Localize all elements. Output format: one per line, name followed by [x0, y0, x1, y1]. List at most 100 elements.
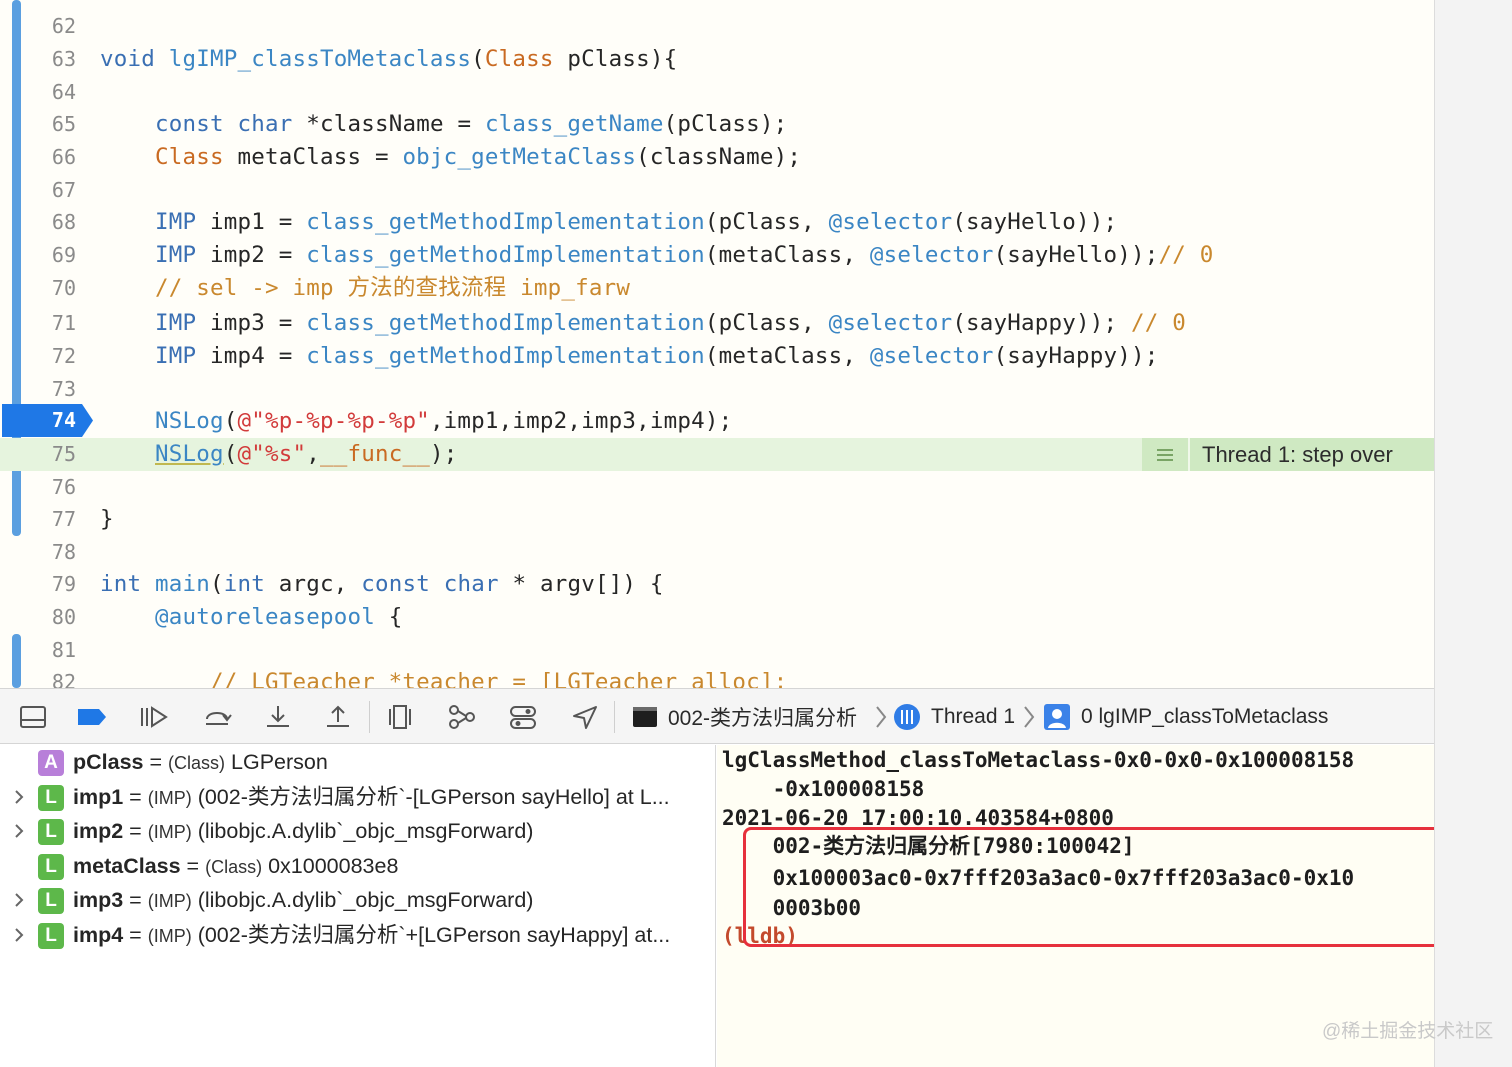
code-line[interactable]: 76	[0, 471, 1434, 504]
code-token: *className =	[292, 111, 485, 137]
thread-status-badge[interactable]: Thread 1: step over	[1142, 438, 1434, 471]
thread-icon	[894, 704, 920, 730]
variable-type: (Class)	[205, 856, 263, 877]
code-text[interactable]: void lgIMP_classToMetaclass(Class pClass…	[100, 43, 677, 76]
code-text[interactable]: int main(int argc, const char * argv[]) …	[100, 568, 664, 601]
variable-row[interactable]: Limp4 = (IMP) (002-类方法归属分析`+[LGPerson sa…	[0, 918, 716, 952]
disclosure-chevron-icon[interactable]	[10, 822, 28, 840]
variable-row[interactable]: LmetaClass = (Class) 0x1000083e8	[0, 849, 716, 883]
disclosure-chevron-icon[interactable]	[10, 788, 28, 806]
code-token: main	[155, 571, 210, 597]
code-line[interactable]: 75 NSLog(@"%s",__func__);	[0, 438, 1142, 471]
line-number[interactable]: 79	[26, 568, 76, 601]
code-token: NSLog	[155, 441, 224, 467]
code-line[interactable]: 68 IMP imp1 = class_getMethodImplementat…	[0, 206, 1434, 239]
step-over-button[interactable]	[201, 703, 233, 731]
variable-row[interactable]: Limp3 = (IMP) (libobjc.A.dylib`_objc_msg…	[0, 883, 716, 917]
line-number[interactable]: 73	[26, 373, 76, 406]
line-number[interactable]: 71	[26, 307, 76, 340]
code-line[interactable]: 78	[0, 536, 1434, 569]
line-number[interactable]: 65	[26, 108, 76, 141]
code-text[interactable]: const char *className = class_getName(pC…	[100, 108, 787, 141]
line-number[interactable]: 70	[26, 272, 76, 305]
code-line[interactable]: 69 IMP imp2 = class_getMethodImplementat…	[0, 239, 1434, 272]
code-line[interactable]: NSLog(@"%p-%p-%p-%p",imp1,imp2,imp3,imp4…	[0, 405, 1434, 438]
code-line[interactable]: 79 int main(int argc, const char * argv[]…	[0, 568, 1434, 601]
code-editor[interactable]: 62 63 void lgIMP_classToMetaclass(Class pC…	[0, 0, 1434, 688]
code-text[interactable]: Class metaClass = objc_getMetaClass(clas…	[100, 141, 801, 174]
debug-view-hierarchy-button[interactable]	[384, 703, 416, 731]
code-token: imp2 =	[196, 242, 307, 268]
code-text[interactable]: // LGTeacher *teacher = [LGTeacher alloc…	[100, 666, 787, 688]
line-number[interactable]: 68	[26, 206, 76, 239]
code-line[interactable]: 67	[0, 174, 1434, 207]
breadcrumb-frame[interactable]: 0 lgIMP_classToMetaclass	[1043, 689, 1328, 745]
code-token: ,	[306, 441, 320, 467]
code-line[interactable]: 80 @autoreleasepool {	[0, 601, 1434, 634]
line-number[interactable]: 75	[26, 438, 76, 471]
continue-button[interactable]	[138, 703, 170, 731]
code-token: (	[210, 571, 224, 597]
memory-graph-button[interactable]	[446, 703, 478, 731]
code-text[interactable]: IMP imp2 = class_getMethodImplementation…	[100, 239, 1214, 272]
simulate-location-button[interactable]	[569, 703, 601, 731]
breadcrumb-target[interactable]: 002-类方法归属分析	[632, 689, 857, 745]
line-number[interactable]: 69	[26, 239, 76, 272]
code-line[interactable]: 73	[0, 373, 1434, 406]
code-token: int	[223, 571, 265, 597]
environment-overrides-button[interactable]	[507, 703, 539, 731]
code-text[interactable]: @autoreleasepool {	[100, 601, 402, 634]
hide-debug-area-button[interactable]	[17, 703, 49, 731]
code-line[interactable]: 64	[0, 76, 1434, 109]
code-text[interactable]: NSLog(@"%s",__func__);	[100, 438, 457, 471]
step-out-button[interactable]	[322, 703, 354, 731]
variable-row[interactable]: Limp2 = (IMP) (libobjc.A.dylib`_objc_msg…	[0, 814, 716, 848]
right-scroll-area[interactable]	[1434, 0, 1512, 1067]
code-line[interactable]: 71 IMP imp3 = class_getMethodImplementat…	[0, 307, 1434, 340]
line-number[interactable]: 76	[26, 471, 76, 504]
code-text[interactable]: NSLog(@"%p-%p-%p-%p",imp1,imp2,imp3,imp4…	[100, 405, 732, 438]
code-line[interactable]: 81	[0, 634, 1434, 667]
code-text[interactable]: IMP imp3 = class_getMethodImplementation…	[100, 307, 1186, 340]
code-line[interactable]: 72 IMP imp4 = class_getMethodImplementat…	[0, 340, 1434, 373]
variables-view[interactable]: ApClass = (Class) LGPerson Limp1 = (IMP) …	[0, 745, 716, 1067]
line-number[interactable]: 62	[26, 10, 76, 43]
code-token: @"%s"	[237, 441, 307, 467]
disclosure-chevron-icon[interactable]	[10, 926, 28, 944]
code-line[interactable]: 63 void lgIMP_classToMetaclass(Class pCla…	[0, 43, 1434, 76]
line-number[interactable]: 80	[26, 601, 76, 634]
line-number[interactable]: 66	[26, 141, 76, 174]
line-number[interactable]: 81	[26, 634, 76, 667]
code-text[interactable]: IMP imp1 = class_getMethodImplementation…	[100, 206, 1117, 239]
line-number[interactable]: 64	[26, 76, 76, 109]
code-text[interactable]: }	[100, 503, 114, 536]
code-token: char	[237, 111, 293, 137]
variable-row[interactable]: ApClass = (Class) LGPerson	[0, 745, 716, 779]
code-line[interactable]: 70 // sel -> imp 方法的查找流程 imp_farw	[0, 272, 1434, 305]
local-variable-badge-icon: L	[38, 888, 64, 914]
code-line[interactable]: 82 // LGTeacher *teacher = [LGTeacher al…	[0, 666, 1434, 688]
line-number[interactable]: 72	[26, 340, 76, 373]
line-number[interactable]: 67	[26, 174, 76, 207]
code-token: // 0	[1158, 242, 1214, 268]
line-number[interactable]: 63	[26, 43, 76, 76]
code-line[interactable]: 62	[0, 10, 1434, 43]
code-line[interactable]: 66 Class metaClass = objc_getMetaClass(c…	[0, 141, 1434, 174]
variable-type: (IMP)	[147, 891, 192, 911]
line-number[interactable]: 82	[26, 666, 76, 688]
panel-icon	[20, 706, 46, 728]
breadcrumb-thread[interactable]: Thread 1	[893, 689, 1015, 745]
line-number[interactable]: 78	[26, 536, 76, 569]
variable-row[interactable]: Limp1 = (IMP) (002-类方法归属分析`-[LGPerson sa…	[0, 780, 716, 814]
line-number[interactable]: 77	[26, 503, 76, 536]
code-text[interactable]: // sel -> imp 方法的查找流程 imp_farw	[100, 272, 630, 305]
breakpoints-toggle-button[interactable]	[76, 703, 108, 731]
disclosure-chevron-icon[interactable]	[10, 891, 28, 909]
code-text[interactable]: IMP imp4 = class_getMethodImplementation…	[100, 340, 1159, 373]
code-token: @selector	[869, 343, 994, 369]
code-line[interactable]: 77}	[0, 503, 1434, 536]
code-token: (	[223, 408, 238, 434]
code-line[interactable]: 65 const char *className = class_getName…	[0, 108, 1434, 141]
step-into-button[interactable]	[262, 703, 294, 731]
